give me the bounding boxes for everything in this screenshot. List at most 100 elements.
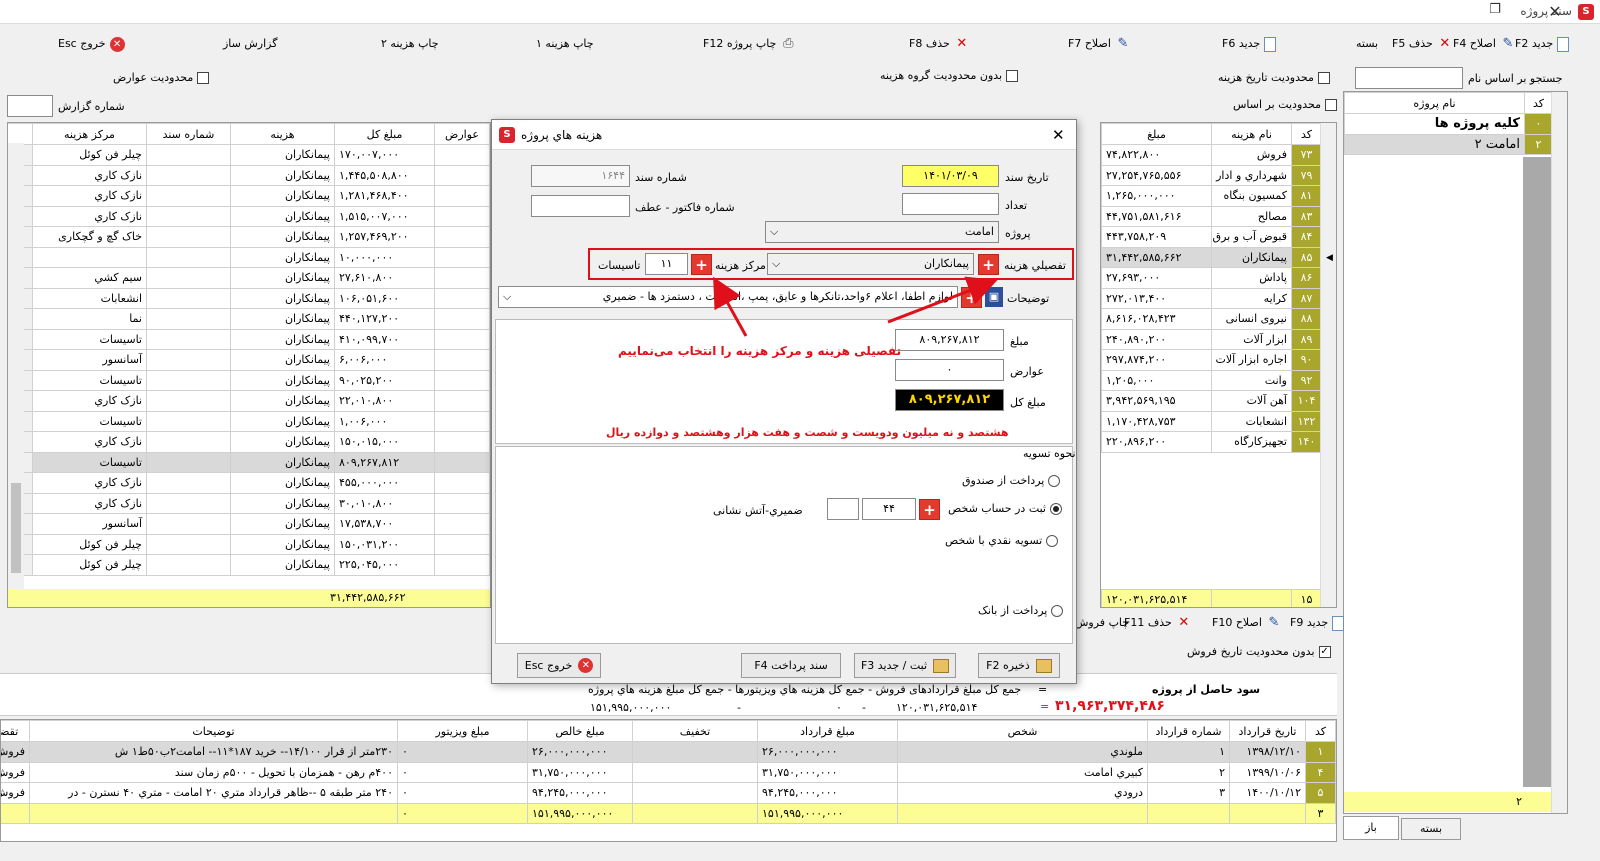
cost-edit-button[interactable]: ✎ اصلاح F10 — [1212, 613, 1282, 633]
project-new-button[interactable]: جدید F2 — [1515, 34, 1570, 54]
document-row[interactable]: ۲۲۵,۰۴۵,۰۰۰ پیمانکاران چیلر فن کوئل — [8, 554, 490, 576]
project-cost-dialog: S هزینه هاي پروژه ✕ ۱۴۰۱/۰۳/۰۹ تاریخ سند… — [491, 119, 1077, 684]
project-footer-count: ۲ — [1344, 792, 1552, 812]
col-total-header: مبلغ کل — [334, 123, 435, 145]
save-new-button[interactable]: ثبت / جدید F3 — [854, 653, 956, 678]
document-row[interactable]: ۱۷۰,۰۰۷,۰۰۰ پیمانکاران چیلر فن کوئل — [8, 144, 490, 166]
cost-delete-button[interactable]: ✕ حذف F11 — [1124, 613, 1192, 633]
cost-type-row[interactable]: ۸۴ قبوض آب و برق ۴۴۳,۷۵۸,۲۰۹ — [1101, 226, 1322, 248]
document-row[interactable]: ۱,۲۸۱,۴۶۸,۴۰۰ پیمانکاران نازک کاري — [8, 185, 490, 207]
document-row[interactable]: ۸۰۹,۲۶۷,۸۱۲ پیمانکاران تاسیسات — [8, 451, 490, 473]
print-project-button[interactable]: ⎙ چاپ پروژه F12 — [703, 34, 796, 54]
charges-input[interactable]: ۰ — [895, 359, 1004, 381]
project-edit-button[interactable]: ✎ اصلاح F4 — [1453, 34, 1516, 54]
report-number-label: شماره گزارش — [58, 100, 125, 113]
tab-open[interactable]: باز — [1343, 816, 1399, 840]
document-row[interactable]: ۲۲,۰۱۰,۸۰۰ پیمانکاران نازک کاري — [8, 390, 490, 412]
document-row[interactable]: ۱,۵۱۵,۰۰۷,۰۰۰ پیمانکاران نازک کاري — [8, 205, 490, 227]
col-cost-header: هزینه — [230, 123, 335, 145]
radio-cashbox[interactable]: پرداخت از صندوق — [962, 474, 1061, 487]
document-row[interactable]: ۱,۲۵۷,۴۶۹,۲۰۰ پیمانکاران خاک گچ و گچکاری — [8, 226, 490, 248]
project-delete-button[interactable]: ✕ حذف F5 — [1392, 34, 1453, 54]
new-button[interactable]: جدید F6 — [1222, 34, 1277, 54]
document-row[interactable]: ۴۵۵,۰۰۰,۰۰۰ پیمانکاران نازک کاري — [8, 472, 490, 494]
visitor-total: ۰ — [836, 701, 842, 714]
dialog-exit-button[interactable]: ✕ خروج Esc — [517, 653, 601, 678]
radio-person-account[interactable]: ثبت در حساب شخص — [948, 502, 1062, 515]
exit-button[interactable]: ✕ خروج Esc — [58, 34, 125, 54]
document-row[interactable]: ۱۷,۵۳۸,۷۰۰ پیمانکاران آسانسور — [8, 513, 490, 535]
document-row[interactable]: ۱,۴۴۵,۵۰۸,۸۰۰ پیمانکاران نازک کاري — [8, 164, 490, 186]
no-limit-cost-group-checkbox[interactable]: بدون محدودیت گروه هزینه — [880, 69, 1019, 82]
document-row[interactable]: ۱۰۶,۰۵۱,۶۰۰ پیمانکاران انشعابات — [8, 287, 490, 309]
cost-type-row[interactable]: ۹۰ اجاره ابزار آلات ۲۹۷,۸۷۴,۲۰۰ — [1101, 349, 1322, 371]
document-row[interactable]: ۴۱۰,۰۹۹,۷۰۰ پیمانکاران تاسیسات — [8, 328, 490, 350]
project-scrollbar[interactable] — [1551, 92, 1567, 813]
cost-type-row[interactable]: ۸۳ مصالح ۴۴,۷۵۱,۵۸۱,۶۱۶ — [1101, 205, 1322, 227]
radio-cash-person[interactable]: تسویه نقدي با شخص — [945, 534, 1059, 547]
sales-row[interactable]: ۵ ۱۴۰۰/۱۰/۱۲ ۳ درودي ۹۴,۲۴۵,۰۰۰,۰۰۰ ۹۴,۲۴۵,۰۰… — [1, 782, 1336, 804]
no-limit-sales-date-checkbox[interactable]: ✓ بدون محدودیت تاریخ فروش — [1187, 645, 1331, 658]
printer-icon: ⎙ — [783, 36, 794, 51]
cost-type-row[interactable]: ۹۲ وانت ۱,۲۰۵,۰۰۰ — [1101, 369, 1322, 391]
cost-type-row[interactable]: ۸۱ کمسیون بنگاه ۱,۲۶۵,۰۰۰,۰۰۰ — [1101, 185, 1322, 207]
cost-type-row[interactable]: ۸۵ پیمانکاران ۳۱,۴۴۲,۵۸۵,۶۶۲ — [1101, 246, 1322, 268]
edit-pencil-icon: ✎ — [1268, 615, 1280, 630]
radio-bank[interactable]: پرداخت از بانک — [978, 604, 1064, 617]
cost-type-row[interactable]: ۱۴۰ تجهیزکارگاه ۲۲۰,۸۹۶,۲۰۰ — [1101, 431, 1322, 453]
limit-cost-date-checkbox[interactable]: محدودیت تاریخ هزینه — [1218, 71, 1330, 84]
documents-footer: ۳۱,۴۴۲,۵۸۵,۶۶۲ — [8, 589, 490, 607]
restore-icon[interactable]: ❐ — [1480, 2, 1510, 22]
person-sub-input[interactable] — [827, 498, 859, 520]
cost-type-row[interactable]: ۸۷ کرایه ۲۷۲,۰۱۳,۴۰۰ — [1101, 287, 1322, 309]
cost-type-row[interactable]: ۱۰۴ آهن آلات ۳,۹۴۲,۵۶۹,۱۹۵ — [1101, 390, 1322, 412]
save-icon — [1035, 658, 1052, 673]
cost-new-button[interactable]: جدید F9 — [1290, 613, 1345, 633]
report-builder-button[interactable]: گزارش ساز — [223, 34, 277, 54]
project-row[interactable]: ۲ امامت ۲ — [1344, 133, 1553, 155]
cost-type-row[interactable]: ۱۳۲ انشعابات ۱,۱۷۰,۴۲۸,۷۵۳ — [1101, 410, 1322, 432]
settlement-panel: نحوه تسویه پرداخت از صندوق ثبت در حساب ش… — [495, 446, 1076, 644]
person-code-input[interactable]: ۴۴ — [862, 498, 916, 520]
limit-charges-checkbox[interactable]: محدودیت عوارض — [113, 71, 210, 84]
cost-types-scrollbar[interactable] — [1320, 123, 1336, 607]
col-code-header: کد — [1291, 123, 1322, 145]
delete-button[interactable]: ✕ حذف F8 — [909, 34, 970, 54]
edit-button[interactable]: ✎ اصلاح F7 — [1068, 34, 1131, 54]
document-row[interactable]: ۳۰,۰۱۰,۸۰۰ پیمانکاران نازک کاري — [8, 492, 490, 514]
documents-scrollbar[interactable] — [8, 143, 24, 589]
document-row[interactable]: ۱,۰۰۶,۰۰۰ پیمانکاران تاسیسات — [8, 410, 490, 432]
person-name: ضمیري-آتش نشانی — [713, 504, 803, 517]
cost-type-row[interactable]: ۸۹ ابزار آلات ۲۴۰,۸۹۰,۲۰۰ — [1101, 328, 1322, 350]
sales-row[interactable]: ۱ ۱۳۹۸/۱۲/۱۰ ۱ ملوندي ۲۶,۰۰۰,۰۰۰,۰۰۰ ۲۶,۰۰۰,۰… — [1, 741, 1336, 763]
print-sales-button[interactable]: چاپ فروش — [1075, 613, 1129, 633]
add-person-button[interactable]: + — [919, 499, 940, 520]
document-row[interactable]: ۱۵۰,۰۳۱,۲۰۰ پیمانکاران چیلر فن کوئل — [8, 533, 490, 555]
cost-type-row[interactable]: ۸۶ پاداش ۲۷,۶۹۳,۰۰۰ — [1101, 267, 1322, 289]
sales-total: ۱۵۱,۹۹۵,۰۰۰,۰۰۰ — [590, 701, 672, 714]
save-button[interactable]: ذخیره F2 — [978, 653, 1060, 678]
cost-type-row[interactable]: ۸۸ نیروی انسانی ۸,۶۱۶,۰۲۸,۴۲۳ — [1101, 308, 1322, 330]
new-doc-icon — [1332, 615, 1345, 631]
document-row[interactable]: ۱۰,۰۰۰,۰۰۰ پیمانکاران — [8, 246, 490, 268]
print-cost2-button[interactable]: چاپ هزینه ۲ — [381, 34, 439, 54]
report-number-input[interactable] — [7, 95, 53, 117]
close-icon[interactable]: ✕ — [1540, 2, 1570, 22]
cost-type-row[interactable]: ۷۳ فروش ۷۴,۸۲۲,۸۰۰ — [1101, 144, 1322, 166]
sales-row[interactable]: ۴ ۱۳۹۹/۱۰/۰۶ ۲ کبیري امامت ۳۱,۷۵۰,۰۰۰,۰۰۰ ۳۱,… — [1, 761, 1336, 783]
document-row[interactable]: ۶,۰۰۶,۰۰۰ پیمانکاران آسانسور — [8, 349, 490, 371]
document-row[interactable]: ۲۷,۶۱۰,۸۰۰ پیمانکاران سیم کشي — [8, 267, 490, 289]
cost-type-row[interactable]: ۷۹ شهرداري و ادار ۲۷,۲۵۴,۷۶۵,۵۵۶ — [1101, 164, 1322, 186]
project-close-button[interactable]: بسته — [1356, 34, 1378, 54]
tab-closed[interactable]: بسته — [1401, 818, 1461, 840]
document-row[interactable]: ۱۵۰,۰۱۵,۰۰۰ پیمانکاران نازک کاري — [8, 431, 490, 453]
total-label: مبلغ کل — [1010, 396, 1046, 409]
print-cost1-button[interactable]: چاپ هزینه ۱ — [536, 34, 594, 54]
payment-doc-button[interactable]: سند پرداخت F4 — [741, 653, 841, 678]
document-row[interactable]: ۹۰,۰۲۵,۲۰۰ پیمانکاران تاسیسات — [8, 369, 490, 391]
document-row[interactable]: ۴۴۰,۱۲۷,۲۰۰ پیمانکاران نما — [8, 308, 490, 330]
limit-by-basis-checkbox[interactable]: محدودیت بر اساس — [1233, 98, 1338, 111]
project-search-input[interactable] — [1355, 67, 1463, 89]
col-name-header: نام پروژه — [1344, 92, 1525, 114]
project-row[interactable]: ۰ کلیه پروژه ها — [1344, 113, 1553, 135]
